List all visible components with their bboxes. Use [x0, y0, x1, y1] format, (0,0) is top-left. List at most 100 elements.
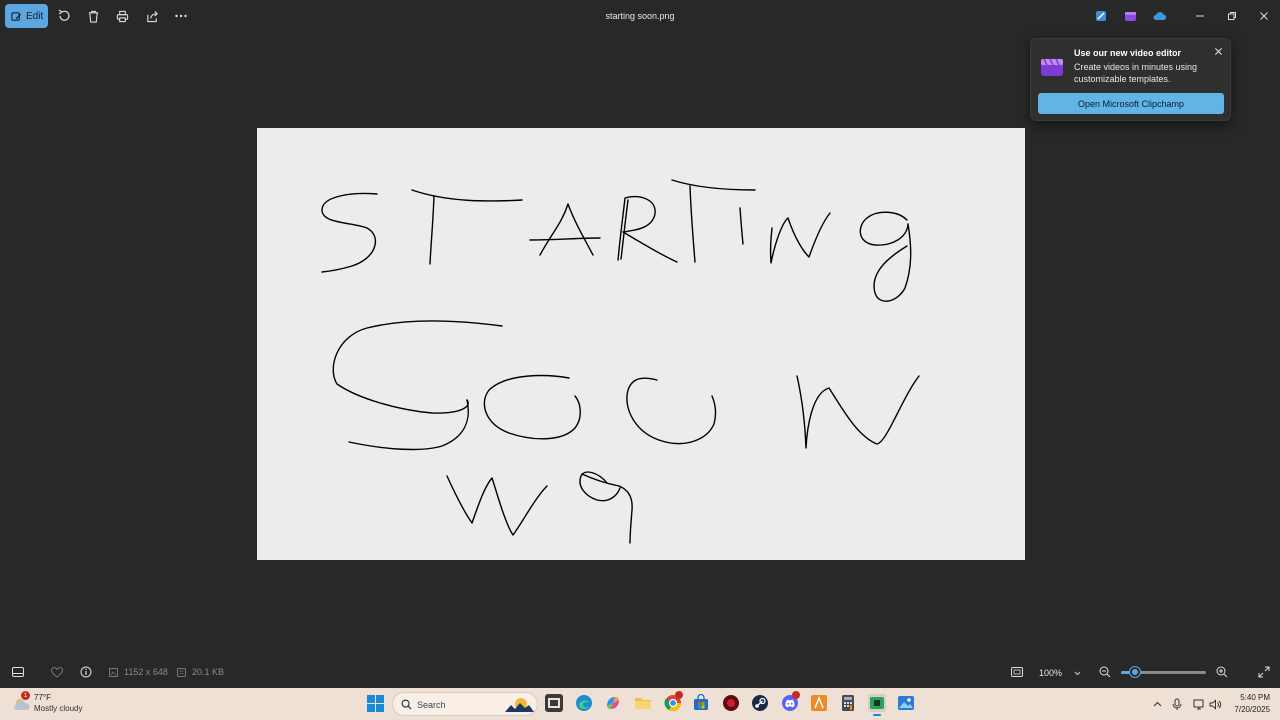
clipchamp-promo-popup: Use our new video editor Create videos i…: [1030, 38, 1231, 121]
clipchamp-app-button[interactable]: [1120, 6, 1140, 26]
weather-alert-badge: 1: [21, 691, 30, 700]
photos-app[interactable]: [897, 694, 915, 712]
photos-app-window: Edit starting soon.png Use our new video…: [0, 0, 1280, 688]
network-icon: [1193, 699, 1203, 709]
open-clipchamp-button[interactable]: Open Microsoft Clipchamp: [1038, 93, 1224, 114]
copilot-app[interactable]: [604, 694, 622, 712]
file-size-icon: [177, 668, 186, 677]
windows-taskbar: 1 77°F Mostly cloudy Search 5:40 PM 7/20…: [0, 688, 1280, 720]
steam-icon: [752, 695, 768, 711]
zoom-out-icon: [1099, 666, 1111, 678]
clipchamp-logo-icon: [1041, 58, 1063, 76]
designer-app-button[interactable]: [1091, 6, 1111, 26]
file-explorer-app[interactable]: [634, 694, 652, 712]
file-info-button[interactable]: [78, 664, 94, 680]
info-icon: [80, 666, 92, 678]
weather-widget[interactable]: 1 77°F Mostly cloudy: [12, 691, 112, 717]
weather-temperature: 77°F: [34, 693, 51, 702]
share-button[interactable]: [142, 6, 162, 26]
popup-title: Use our new video editor: [1074, 48, 1182, 58]
volume-button[interactable]: [1208, 697, 1222, 711]
steam-app[interactable]: [751, 694, 769, 712]
discord-app[interactable]: [781, 691, 800, 712]
search-placeholder: Search: [417, 700, 446, 710]
restore-button[interactable]: [1220, 6, 1244, 26]
search-highlight-icon: [505, 698, 534, 712]
edit-button-label: Edit: [26, 10, 44, 22]
filmstrip-button[interactable]: [10, 664, 26, 680]
zoom-slider[interactable]: [1121, 667, 1206, 677]
calculator-app[interactable]: [839, 694, 857, 712]
app-orange[interactable]: [810, 694, 828, 712]
rotate-icon: [58, 9, 70, 21]
weather-condition: Mostly cloudy: [34, 704, 83, 713]
orange-app-icon: [811, 695, 827, 711]
copilot-icon: [607, 697, 619, 709]
print-icon: [116, 10, 128, 22]
close-icon: [1260, 12, 1268, 20]
image-dimensions: 1152 x 648: [124, 667, 168, 677]
favorite-button[interactable]: [49, 664, 65, 680]
chrome-app[interactable]: [664, 691, 683, 712]
windows-logo-icon: [367, 695, 384, 712]
designer-icon: [1096, 11, 1106, 21]
zoom-slider-thumb[interactable]: [1129, 667, 1140, 677]
trash-icon: [88, 10, 98, 23]
chevron-down-icon: [1074, 671, 1081, 675]
active-indicator: [873, 714, 881, 716]
heart-icon: [51, 666, 63, 678]
chrome-badge: [675, 691, 683, 699]
share-icon: [146, 10, 158, 22]
print-button[interactable]: [112, 6, 132, 26]
network-button[interactable]: [1192, 697, 1206, 711]
popup-close-button[interactable]: [1211, 44, 1225, 58]
edit-icon: [11, 11, 22, 21]
speaker-icon: [1209, 698, 1221, 710]
folder-icon: [635, 698, 651, 709]
handwritten-drawing: [321, 179, 920, 544]
start-button[interactable]: [367, 695, 384, 712]
zoom-value: 100%: [1039, 668, 1063, 678]
status-bar: 1152 x 648 20.1 KB 100%: [0, 656, 1280, 688]
red-app-icon: [723, 695, 739, 711]
popup-body: Create videos in minutes using customiza…: [1074, 62, 1198, 84]
image-viewer[interactable]: [257, 128, 1025, 560]
taskbar-search[interactable]: Search: [392, 692, 538, 716]
photos-icon: [898, 696, 914, 710]
clock-date: 7/20/2025: [1234, 705, 1270, 714]
more-icon: [175, 14, 187, 18]
green-app-icon: [870, 697, 884, 709]
task-view-icon: [548, 698, 560, 708]
cloud-icon: [1153, 12, 1167, 20]
chevron-up-icon: [1153, 701, 1161, 707]
onedrive-button[interactable]: [1150, 6, 1170, 26]
zoom-in-icon: [1216, 666, 1228, 678]
minimize-button[interactable]: [1188, 6, 1212, 26]
search-icon: [401, 699, 412, 710]
app-green-active[interactable]: [868, 694, 886, 716]
show-hidden-icons-button[interactable]: [1150, 697, 1164, 711]
file-size: 20.1 KB: [192, 667, 225, 677]
restore-icon: [1228, 12, 1236, 20]
edit-button[interactable]: Edit: [5, 4, 48, 28]
edge-app[interactable]: [575, 694, 593, 712]
discord-badge: [792, 691, 800, 699]
edge-icon: [576, 695, 592, 711]
delete-button[interactable]: [83, 6, 103, 26]
calculator-icon: [842, 695, 854, 711]
close-window-button[interactable]: [1252, 6, 1276, 26]
task-view-button[interactable]: [545, 694, 563, 712]
fit-to-window-button[interactable]: [1009, 664, 1025, 680]
store-app[interactable]: [692, 693, 710, 712]
store-icon: [694, 693, 708, 710]
zoom-out-button[interactable]: [1097, 664, 1113, 680]
microphone-button[interactable]: [1170, 697, 1184, 711]
rotate-button[interactable]: [54, 6, 74, 26]
close-icon: [1214, 47, 1222, 55]
image-size-icon: [109, 668, 118, 677]
more-options-button[interactable]: [171, 6, 191, 26]
app-red-circle[interactable]: [722, 694, 740, 712]
zoom-dropdown[interactable]: 100%: [1032, 664, 1084, 682]
zoom-in-button[interactable]: [1214, 664, 1230, 680]
full-screen-button[interactable]: [1256, 664, 1272, 680]
